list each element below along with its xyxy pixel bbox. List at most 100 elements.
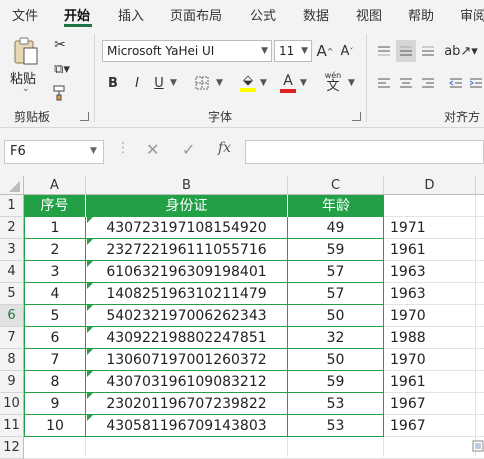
- quick-analysis-icon[interactable]: [472, 437, 484, 452]
- name-box[interactable]: F6: [4, 140, 104, 164]
- select-all-corner[interactable]: [0, 176, 24, 195]
- clipboard-launcher-icon[interactable]: [80, 112, 89, 121]
- tab-help[interactable]: 帮助: [408, 5, 434, 24]
- error-indicator-icon[interactable]: [87, 371, 93, 377]
- cell-age[interactable]: 50: [288, 349, 384, 371]
- cell-no[interactable]: 9: [24, 393, 86, 415]
- error-indicator-icon[interactable]: [87, 327, 93, 333]
- cell-id[interactable]: 540232197006262343: [86, 305, 288, 327]
- formula-input[interactable]: [245, 140, 484, 164]
- error-indicator-icon[interactable]: [87, 393, 93, 399]
- cell-age[interactable]: 57: [288, 261, 384, 283]
- cell-id[interactable]: 430703196109083212: [86, 371, 288, 393]
- header-cell-id[interactable]: 身份证: [86, 195, 288, 217]
- phonetic-icon[interactable]: wén 文: [320, 70, 346, 94]
- tab-home[interactable]: 开始: [64, 5, 90, 24]
- cell-no[interactable]: 5: [24, 305, 86, 327]
- decrease-font-icon[interactable]: Aˇ: [338, 40, 356, 62]
- cell-id[interactable]: 610632196309198401: [86, 261, 288, 283]
- error-indicator-icon[interactable]: [87, 239, 93, 245]
- row-header[interactable]: 7: [0, 327, 24, 349]
- font-size-select[interactable]: 11 ▼: [274, 40, 312, 62]
- cell-age[interactable]: 53: [288, 393, 384, 415]
- align-middle-icon[interactable]: [396, 40, 416, 62]
- error-indicator-icon[interactable]: [87, 261, 93, 267]
- chevron-down-icon[interactable]: ▼: [260, 78, 267, 88]
- cell-id[interactable]: 430922198802247851: [86, 327, 288, 349]
- cell-age[interactable]: 59: [288, 239, 384, 261]
- row-header[interactable]: 4: [0, 261, 24, 283]
- cell-id[interactable]: 140825196310211479: [86, 283, 288, 305]
- chevron-down-icon[interactable]: ⌄: [22, 84, 30, 94]
- chevron-down-icon[interactable]: ▼: [90, 146, 97, 156]
- row-header[interactable]: 2: [0, 217, 24, 239]
- chevron-down-icon[interactable]: ▼: [348, 78, 355, 88]
- chevron-down-icon[interactable]: ▼: [216, 78, 223, 88]
- row-header[interactable]: 9: [0, 371, 24, 393]
- cancel-icon[interactable]: ✕: [146, 140, 159, 159]
- row-header[interactable]: 10: [0, 393, 24, 415]
- cell-id[interactable]: 130607197001260372: [86, 349, 288, 371]
- cell-age[interactable]: 57: [288, 283, 384, 305]
- tab-data[interactable]: 数据: [303, 5, 329, 24]
- error-indicator-icon[interactable]: [87, 305, 93, 311]
- error-indicator-icon[interactable]: [87, 349, 93, 355]
- cell-age[interactable]: 32: [288, 327, 384, 349]
- column-header-c[interactable]: C: [288, 176, 384, 195]
- cell-year[interactable]: 1971: [384, 217, 476, 239]
- chevron-down-icon[interactable]: ▼: [300, 78, 307, 88]
- column-header-d[interactable]: D: [384, 176, 476, 195]
- tab-view[interactable]: 视图: [356, 5, 382, 24]
- header-cell-age[interactable]: 年龄: [288, 195, 384, 217]
- cell-no[interactable]: 2: [24, 239, 86, 261]
- cell-year[interactable]: 1961: [384, 371, 476, 393]
- cell-age[interactable]: 49: [288, 217, 384, 239]
- cell-year[interactable]: 1970: [384, 305, 476, 327]
- row-header[interactable]: 11: [0, 415, 24, 437]
- cut-icon[interactable]: ✂: [50, 36, 70, 54]
- orientation-icon[interactable]: ab↗▾: [444, 40, 478, 62]
- cell-id[interactable]: 430723197108154920: [86, 217, 288, 239]
- format-painter-icon[interactable]: [50, 84, 70, 102]
- bold-button[interactable]: B: [104, 72, 122, 94]
- borders-icon[interactable]: [192, 72, 212, 94]
- tab-file[interactable]: 文件: [12, 5, 38, 24]
- error-indicator-icon[interactable]: [87, 217, 93, 223]
- row-header[interactable]: 5: [0, 283, 24, 305]
- font-color-icon[interactable]: A: [278, 72, 298, 94]
- italic-button[interactable]: I: [128, 72, 146, 94]
- cell-id[interactable]: 430581196709143803: [86, 415, 288, 437]
- align-right-icon[interactable]: [418, 72, 438, 94]
- row-header[interactable]: 8: [0, 349, 24, 371]
- cell-year[interactable]: 1967: [384, 415, 476, 437]
- row-header[interactable]: 12: [0, 437, 24, 459]
- font-name-select[interactable]: Microsoft YaHei UI ▼: [102, 40, 272, 62]
- tab-insert[interactable]: 插入: [118, 5, 144, 24]
- cell-no[interactable]: 8: [24, 371, 86, 393]
- increase-indent-icon[interactable]: [468, 72, 484, 94]
- column-header-e[interactable]: [476, 176, 484, 195]
- row-header[interactable]: 3: [0, 239, 24, 261]
- cell-no[interactable]: 7: [24, 349, 86, 371]
- underline-button[interactable]: U: [150, 72, 168, 94]
- cell-year[interactable]: 1970: [384, 349, 476, 371]
- cell-no[interactable]: 6: [24, 327, 86, 349]
- cell-year[interactable]: 1967: [384, 393, 476, 415]
- cell-no[interactable]: 4: [24, 283, 86, 305]
- cell-no[interactable]: 10: [24, 415, 86, 437]
- cell-id[interactable]: 232722196111055716: [86, 239, 288, 261]
- error-indicator-icon[interactable]: [87, 283, 93, 289]
- row-header[interactable]: 6: [0, 305, 24, 327]
- copy-icon[interactable]: ⧉▾: [50, 60, 74, 78]
- tab-page-layout[interactable]: 页面布局: [170, 5, 222, 24]
- enter-icon[interactable]: ✓: [182, 140, 195, 159]
- cell-year[interactable]: 1963: [384, 283, 476, 305]
- column-header-a[interactable]: A: [24, 176, 86, 195]
- column-header-b[interactable]: B: [86, 176, 288, 195]
- fill-color-icon[interactable]: ⬙: [238, 72, 258, 94]
- cell-year[interactable]: 1963: [384, 261, 476, 283]
- header-cell-no[interactable]: 序号: [24, 195, 86, 217]
- align-center-icon[interactable]: [396, 72, 416, 94]
- insert-function-icon[interactable]: fx: [218, 140, 231, 156]
- tab-formulas[interactable]: 公式: [250, 5, 276, 24]
